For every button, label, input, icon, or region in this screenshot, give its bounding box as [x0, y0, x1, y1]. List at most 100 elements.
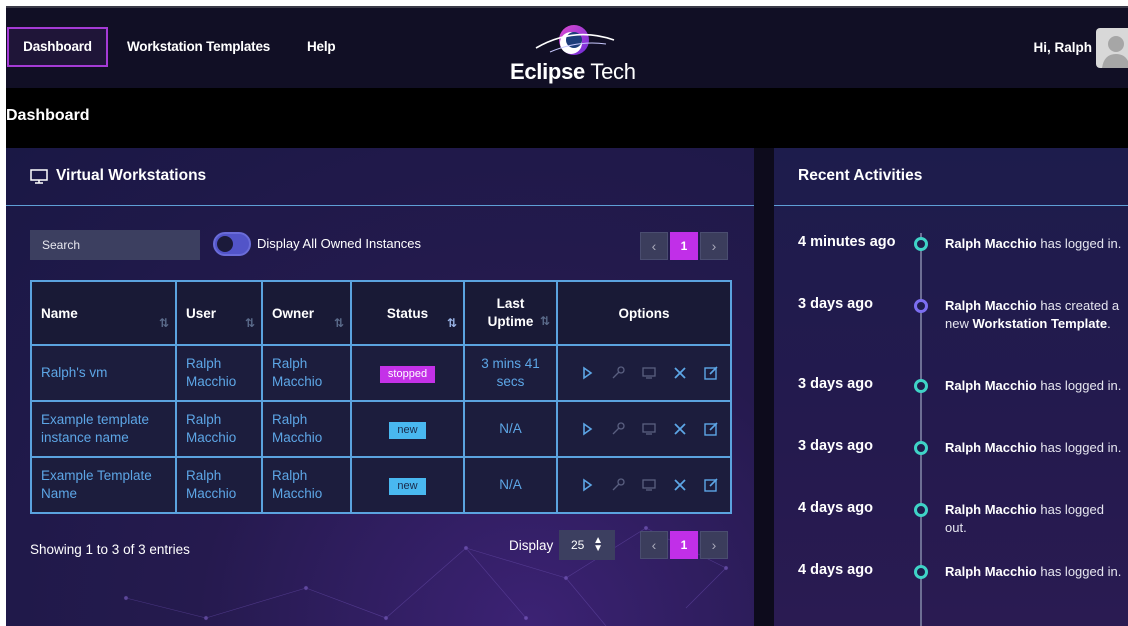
- page-title: Dashboard: [6, 107, 90, 124]
- sort-icon: ⇅: [244, 316, 255, 330]
- edit-icon[interactable]: [703, 477, 719, 493]
- top-nav: Dashboard Workstation Templates Help Ecl…: [6, 8, 1128, 88]
- toggle-knob: [217, 236, 233, 252]
- row-status: new: [350, 456, 465, 514]
- table-row: Example Template Name Ralph Macchio Ralp…: [30, 456, 732, 514]
- entries-summary: Showing 1 to 3 of 3 entries: [30, 542, 190, 557]
- timeline-dot-icon: [914, 299, 928, 313]
- activity-time: 3 days ago: [798, 376, 873, 392]
- row-name-link[interactable]: Ralph's vm: [30, 344, 177, 402]
- next-page-button[interactable]: ›: [700, 232, 728, 260]
- edit-icon[interactable]: [703, 365, 719, 381]
- activity-text: Ralph Macchio has logged out.: [945, 502, 1104, 535]
- activity-text: Ralph Macchio has logged in.: [945, 440, 1122, 455]
- timeline-dot-icon: [914, 565, 928, 579]
- timeline-dot-icon: [914, 379, 928, 393]
- row-status: stopped: [350, 344, 465, 402]
- status-badge: new: [389, 421, 426, 439]
- monitor-icon: [30, 169, 48, 184]
- activity-user[interactable]: Ralph Macchio: [945, 440, 1037, 455]
- key-icon: [610, 421, 626, 437]
- row-uptime: N/A: [463, 400, 558, 458]
- workstations-header: Virtual Workstations: [6, 148, 754, 206]
- panel-gap: [754, 148, 774, 626]
- monitor-icon: [641, 365, 657, 381]
- activity-user[interactable]: Ralph Macchio: [945, 298, 1037, 313]
- activity-time: 4 days ago: [798, 500, 873, 516]
- key-icon: [610, 365, 626, 381]
- user-avatar-icon: [1102, 36, 1128, 68]
- toggle-label: Display All Owned Instances: [257, 236, 422, 251]
- row-options: [556, 344, 732, 402]
- activity-text: Ralph Macchio has created a new Workstat…: [945, 298, 1120, 331]
- activity-text: Ralph Macchio has logged in.: [945, 236, 1122, 251]
- activity-object: Workstation Template: [972, 316, 1108, 331]
- activity-text: Ralph Macchio has logged in.: [945, 378, 1122, 393]
- row-uptime: 3 mins 41 secs: [463, 344, 558, 402]
- key-icon: [610, 477, 626, 493]
- row-uptime: N/A: [463, 456, 558, 514]
- sort-asc-icon: ⇅: [446, 316, 457, 330]
- edit-icon[interactable]: [703, 421, 719, 437]
- workstations-title: Virtual Workstations: [56, 167, 207, 184]
- table-row: Example template instance name Ralph Mac…: [30, 400, 732, 458]
- timeline-dot-icon: [914, 503, 928, 517]
- sort-icon: ⇅: [539, 314, 550, 328]
- play-icon[interactable]: [579, 477, 595, 493]
- col-header-user[interactable]: User ⇅: [175, 280, 263, 346]
- monitor-icon: [641, 421, 657, 437]
- avatar[interactable]: [1096, 28, 1128, 68]
- play-icon[interactable]: [579, 421, 595, 437]
- user-greeting: Hi, Ralph: [1033, 40, 1092, 55]
- col-header-name[interactable]: Name ⇅: [30, 280, 177, 346]
- timeline-dot-icon: [914, 441, 928, 455]
- row-user: Ralph Macchio: [175, 400, 263, 458]
- delete-icon[interactable]: [672, 421, 688, 437]
- display-label: Display: [509, 538, 554, 553]
- status-badge: stopped: [379, 365, 436, 383]
- search-input[interactable]: [30, 230, 200, 260]
- activity-time: 3 days ago: [798, 296, 873, 312]
- activity-user[interactable]: Ralph Macchio: [945, 378, 1037, 393]
- page-size-select[interactable]: 25 ▲ ▼: [559, 530, 615, 560]
- select-updown-icon: ▲ ▼: [593, 535, 603, 554]
- play-icon[interactable]: [579, 365, 595, 381]
- page-1-button[interactable]: 1: [670, 531, 698, 559]
- nav-help[interactable]: Help: [307, 27, 336, 67]
- col-header-last-uptime[interactable]: Last Uptime ⇅: [463, 280, 558, 346]
- delete-icon[interactable]: [672, 365, 688, 381]
- sort-icon: ⇅: [333, 316, 344, 330]
- app-frame: Dashboard Workstation Templates Help Ecl…: [6, 6, 1128, 626]
- recent-activities-panel: Recent Activities 4 minutes ago Ralph Mac…: [774, 148, 1128, 626]
- logo-wordmark: Eclipse Tech: [510, 59, 636, 84]
- monitor-icon: [641, 477, 657, 493]
- row-options: [556, 456, 732, 514]
- row-status: new: [350, 400, 465, 458]
- row-owner: Ralph Macchio: [261, 344, 352, 402]
- page-title-bar: Dashboard: [6, 88, 1128, 148]
- nav-dashboard[interactable]: Dashboard: [7, 27, 108, 67]
- owned-instances-toggle[interactable]: [213, 232, 251, 256]
- next-page-button[interactable]: ›: [700, 531, 728, 559]
- row-name-link[interactable]: Example template instance name: [30, 400, 177, 458]
- col-header-owner[interactable]: Owner ⇅: [261, 280, 352, 346]
- activity-user[interactable]: Ralph Macchio: [945, 236, 1037, 251]
- prev-page-button[interactable]: ‹: [640, 531, 668, 559]
- activity-user[interactable]: Ralph Macchio: [945, 564, 1037, 579]
- activity-user[interactable]: Ralph Macchio: [945, 502, 1037, 517]
- col-header-status[interactable]: Status ⇅: [350, 280, 465, 346]
- delete-icon[interactable]: [672, 477, 688, 493]
- activity-text: Ralph Macchio has logged in.: [945, 564, 1122, 579]
- sort-icon: ⇅: [158, 316, 169, 330]
- activities-title: Recent Activities: [798, 167, 923, 184]
- prev-page-button[interactable]: ‹: [640, 232, 668, 260]
- row-owner: Ralph Macchio: [261, 456, 352, 514]
- row-name-link[interactable]: Example Template Name: [30, 456, 177, 514]
- virtual-workstations-panel: Virtual Workstations Display All Owned I…: [6, 148, 754, 626]
- page-1-button[interactable]: 1: [670, 232, 698, 260]
- activities-header: Recent Activities: [774, 148, 1128, 206]
- row-user: Ralph Macchio: [175, 456, 263, 514]
- row-options: [556, 400, 732, 458]
- eclipse-tech-logo[interactable]: Eclipse Tech: [506, 18, 646, 84]
- nav-workstation-templates[interactable]: Workstation Templates: [127, 27, 270, 67]
